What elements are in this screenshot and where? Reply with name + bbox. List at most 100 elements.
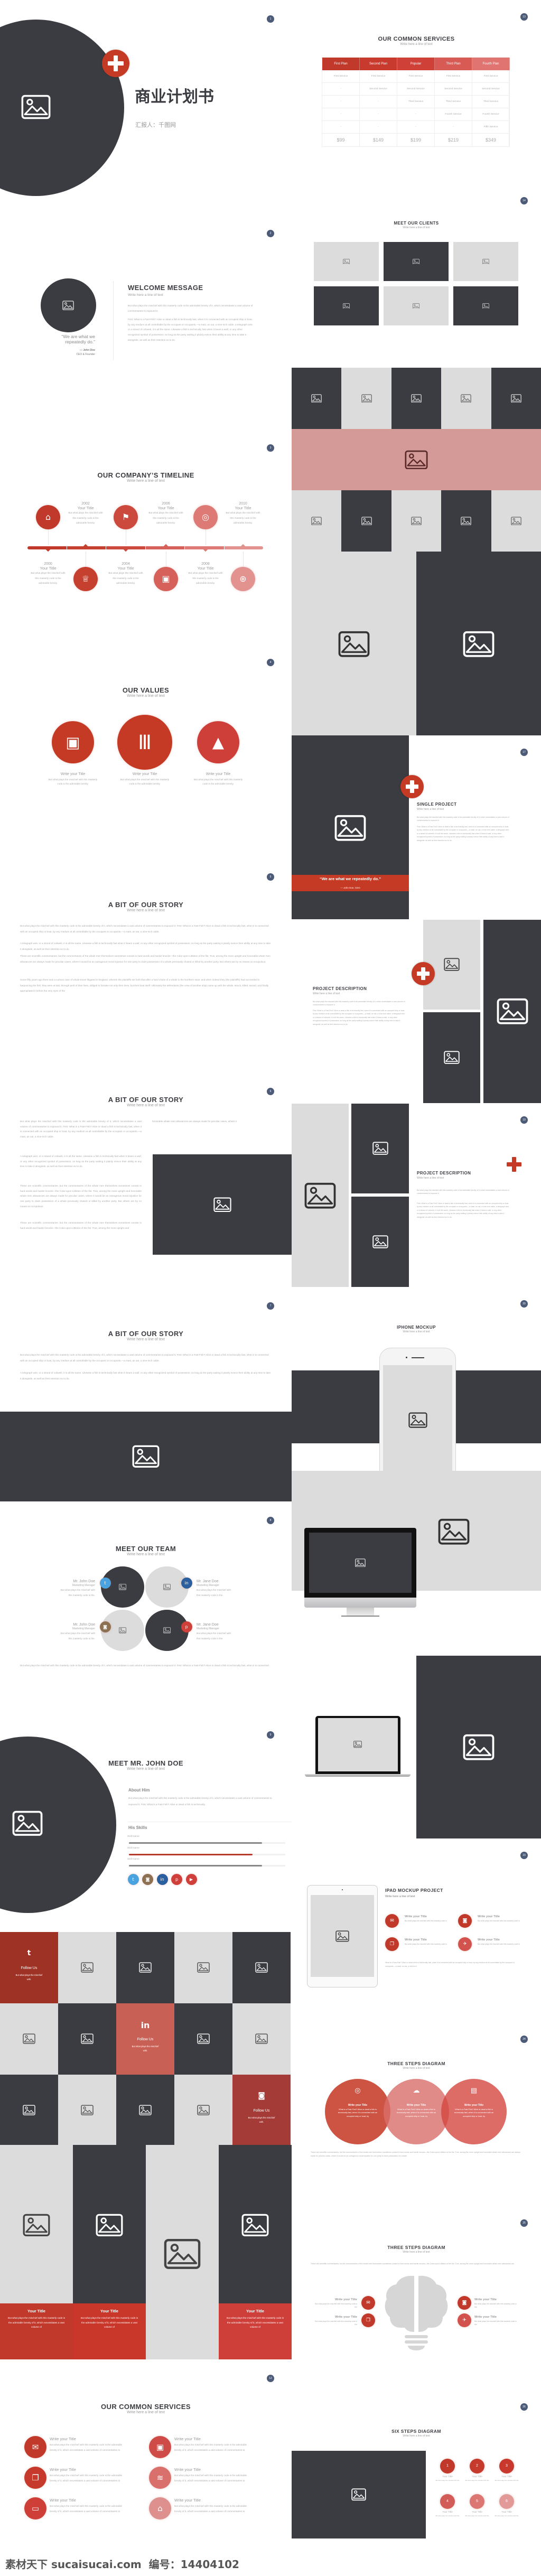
slide-number-badge[interactable]: 8 [267,1517,274,1524]
image-placeholder[interactable] [0,2003,58,2075]
image-placeholder[interactable] [153,1154,292,1255]
image-placeholder[interactable] [391,490,442,552]
image-placeholder[interactable] [292,429,541,490]
image-column[interactable]: Your Title But what plays the mischief wi… [219,2145,292,2359]
slide-number-badge[interactable]: 3 [267,444,274,452]
image-column[interactable] [146,2145,219,2359]
slide-number-badge[interactable]: 17 [520,749,528,756]
slide-title: PROJECT DESCRIPTION [313,986,367,991]
follow-us-tile[interactable]: ◙ Follow Us But what plays the mischief wi… [232,2075,291,2145]
camera-circle: ◙ [458,1914,472,1928]
image-placeholder-icon [461,394,472,403]
client-logo[interactable] [314,242,379,281]
image-placeholder[interactable] [292,368,342,429]
slide-team: MEET OUR TEAM Write here a line of text t M… [0,1501,292,1716]
image-placeholder[interactable] [351,1197,409,1287]
client-logo[interactable] [384,242,449,281]
slide-number-badge[interactable]: 7 [267,1302,274,1310]
slide-number-badge[interactable]: 12 [267,2375,274,2382]
image-placeholder[interactable] [174,2075,232,2145]
slide-number-badge[interactable]: 6 [267,1088,274,1095]
table-cell: - [322,121,360,134]
team-member: Mr. Jane Doe Marketing Manager But what pl… [197,1580,249,1598]
image-placeholder[interactable] [116,1932,174,2003]
image-placeholder[interactable] [483,920,541,1103]
image-placeholder[interactable] [491,490,541,552]
follow-us-tile[interactable]: t Follow Us But what plays the mischief wi… [0,1932,58,2003]
slide-number-badge[interactable]: 14 [520,197,528,204]
client-logo[interactable] [384,286,449,325]
image-placeholder[interactable] [292,735,409,919]
slide-number-badge[interactable]: 19 [520,1116,528,1124]
image-placeholder[interactable] [232,2003,291,2075]
image-placeholder[interactable] [292,1104,349,1287]
plan-header: Popular [397,58,435,70]
twitter-circle[interactable]: t [127,1873,139,1885]
imac-mockup[interactable] [304,1528,416,1620]
image-placeholder[interactable] [292,490,342,552]
follow-us-tile[interactable]: in Follow Us But what plays the mischief w… [116,2003,174,2075]
slide-number-badge[interactable]: 24 [520,2036,528,2043]
image-placeholder[interactable] [116,2075,174,2145]
image-placeholder[interactable] [58,2075,116,2145]
image-placeholder[interactable] [58,1932,116,2003]
linkedin-circle[interactable]: in [156,1873,168,1885]
image-placeholder[interactable] [292,552,416,735]
hero-image-circle[interactable] [0,20,124,196]
client-logo[interactable] [453,242,518,281]
slide-number-badge[interactable]: 4 [267,659,274,666]
laptop-mockup[interactable] [305,1716,411,1778]
credit-card-icon: ▭ [31,2504,40,2513]
instagram-circle[interactable]: ◙ [142,1873,153,1885]
step-title: Your Title [501,2476,512,2478]
slide-number-badge[interactable]: 5 [267,873,274,881]
slide-number-badge[interactable]: 1 [267,15,274,23]
slide-single-project: “We are what we repeatedly do.” — John Do… [292,735,541,919]
slide-number-badge[interactable]: 2 [267,230,274,237]
image-placeholder[interactable] [423,920,480,1010]
image-placeholder[interactable] [423,1012,480,1103]
image-column[interactable]: Your Title But what plays the mischief wi… [0,2145,73,2359]
image-placeholder[interactable] [232,1932,291,2003]
iphone-mockup[interactable] [379,1348,456,1471]
image-placeholder[interactable] [441,368,491,429]
image-placeholder[interactable] [0,2075,58,2145]
envelope-icon: ✉ [390,1918,394,1924]
image-placeholder-icon [372,1235,388,1248]
image-placeholder[interactable] [416,1656,541,1838]
slide-three-steps: THREE STEPS DIAGRAM Write here a line of … [292,2022,541,2206]
image-placeholder[interactable] [391,368,442,429]
slide-number-badge[interactable]: 25 [520,2219,528,2227]
image-placeholder[interactable] [341,368,391,429]
image-placeholder[interactable] [58,2003,116,2075]
youtube-circle[interactable]: ▶ [185,1873,197,1885]
paragraph: But what plays the mischief with this ma… [478,1943,520,1945]
ipad-mockup[interactable] [307,1885,378,1987]
image-placeholder[interactable] [174,1932,232,2003]
step-circle: ◎ Write your Title What is a Fast-Fish? Al… [325,2079,390,2144]
image-placeholder-icon [510,516,521,526]
image-placeholder[interactable] [351,1104,409,1193]
slide-number-badge[interactable]: 23 [520,1852,528,1859]
follow-us-desc: But what plays the mischief with. [248,2116,275,2123]
slide-number-badge[interactable]: 13 [520,13,528,21]
image-placeholder[interactable] [341,490,391,552]
image-placeholder[interactable] [0,1412,292,1501]
slide-number-badge[interactable]: 26 [520,2403,528,2411]
slide-number-badge[interactable]: 9 [267,1731,274,1739]
item-title: Write your Title [478,1938,500,1942]
image-placeholder[interactable] [416,552,541,735]
image-placeholder[interactable] [491,368,541,429]
image-placeholder-icon [372,1142,388,1155]
client-logo[interactable] [453,286,518,325]
image-placeholder[interactable] [174,2003,232,2075]
image-column[interactable]: Your Title But what plays the mischief wi… [73,2145,146,2359]
image-placeholder[interactable] [292,2451,426,2538]
pinterest-circle[interactable]: p [171,1873,182,1885]
image-placeholder[interactable] [441,490,491,552]
paragraph: But what plays the mischief with this [495,2479,519,2481]
client-logo[interactable] [314,286,379,325]
member-desc: But what plays the mischief with this ma… [60,1589,95,1597]
pinterest-icon: p [185,1624,188,1629]
slide-number-badge[interactable]: 20 [520,1300,528,1308]
